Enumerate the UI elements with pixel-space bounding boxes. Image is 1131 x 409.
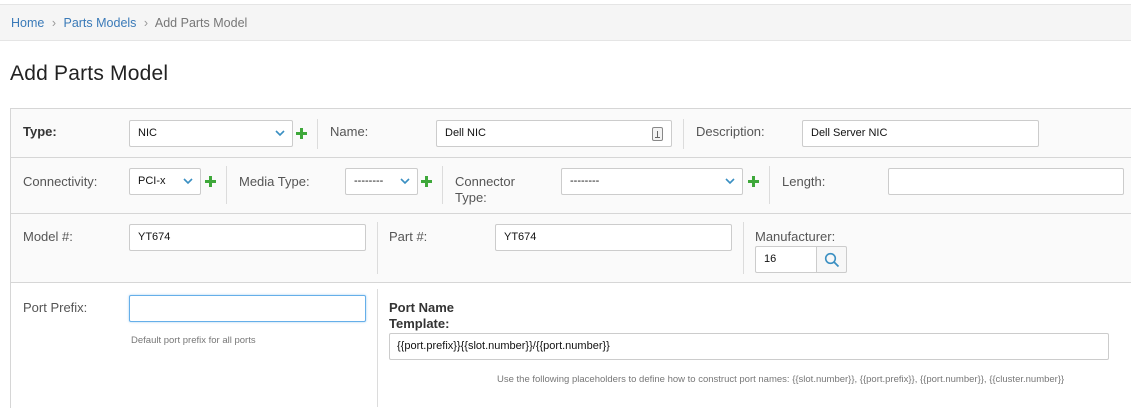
name-input[interactable]: Dell NIC [436,120,672,147]
name-label: Name: [330,124,369,139]
breadcrumb-separator: › [51,16,56,30]
connector-type-select[interactable]: -------- [561,168,743,195]
search-icon [824,252,840,268]
port-prefix-label: Port Prefix: [23,300,88,315]
column-divider [377,222,378,274]
manufacturer-search-button[interactable] [817,246,847,273]
part-number-label: Part #: [389,229,428,244]
type-select-value: NIC [138,127,157,139]
connectivity-select-value: PCI-x [138,175,166,187]
port-prefix-help-text: Default port prefix for all ports [131,335,256,346]
port-name-template-help-text: Use the following placeholders to define… [497,374,1065,385]
input-helper-icon[interactable] [652,127,663,141]
column-divider [317,119,318,149]
breadcrumb-home-link[interactable]: Home [11,16,44,30]
manufacturer-label: Manufacturer: [755,229,836,244]
breadcrumb-parts-models-link[interactable]: Parts Models [63,16,136,30]
type-label: Type: [23,124,57,139]
form-row-ports: Port Prefix: Default port prefix for all… [11,283,1131,409]
description-input[interactable]: Dell Server NIC [802,120,1039,147]
connectivity-select[interactable]: PCI-x [129,168,201,195]
add-connectivity-plus-icon[interactable] [205,176,216,187]
manufacturer-input-value: 16 [764,253,777,265]
connector-type-label-line2: Type: [455,190,487,205]
type-select[interactable]: NIC [129,120,293,147]
length-label: Length: [782,174,826,189]
breadcrumb-current: Add Parts Model [154,16,248,30]
model-number-input-value: YT674 [138,231,171,243]
column-divider [743,222,744,274]
breadcrumb-separator: › [143,16,149,30]
add-media-type-plus-icon[interactable] [421,176,432,187]
parts-model-form: Type: NIC Name: Dell NIC Description: De… [10,108,1131,409]
form-row-type: Type: NIC Name: Dell NIC Description: De… [11,109,1131,158]
connector-type-select-value: -------- [570,175,600,187]
chevron-down-icon [725,178,735,185]
form-row-connectivity: Connectivity: PCI-x Media Type: --------… [11,158,1131,214]
page-title: Add Parts Model [10,62,169,85]
port-prefix-input[interactable] [129,295,366,322]
connector-type-label-line1: Connector [455,174,515,189]
port-name-template-label-line1: Port Name [389,300,455,315]
manufacturer-input[interactable]: 16 [755,246,817,273]
add-connector-type-plus-icon[interactable] [748,176,759,187]
part-number-input-value: YT674 [504,231,537,243]
chevron-down-icon [275,130,285,137]
form-row-model: Model #: YT674 Part #: YT674 Manufacture… [11,214,1131,283]
add-type-plus-icon[interactable] [296,128,307,139]
media-type-select-value: -------- [354,175,384,187]
part-number-input[interactable]: YT674 [495,224,732,251]
breadcrumb: Home › Parts Models › Add Parts Model [0,4,1131,41]
description-input-value: Dell Server NIC [811,127,888,139]
column-divider [769,166,770,204]
length-input[interactable] [888,168,1124,195]
model-number-input[interactable]: YT674 [129,224,366,251]
port-name-template-label-line2: Template: [389,316,450,331]
name-input-value: Dell NIC [445,127,486,139]
model-number-label: Model #: [23,229,73,244]
column-divider [683,119,684,149]
column-divider [442,166,443,204]
description-label: Description: [696,124,765,139]
connectivity-label: Connectivity: [23,174,98,189]
chevron-down-icon [183,178,193,185]
media-type-label: Media Type: [239,174,310,189]
port-name-template-input-value: {{port.prefix}}{{slot.number}}/{{port.nu… [397,340,610,352]
column-divider [226,166,227,204]
media-type-select[interactable]: -------- [345,168,418,195]
chevron-down-icon [400,178,410,185]
column-divider [377,289,378,407]
port-name-template-input[interactable]: {{port.prefix}}{{slot.number}}/{{port.nu… [389,333,1109,360]
